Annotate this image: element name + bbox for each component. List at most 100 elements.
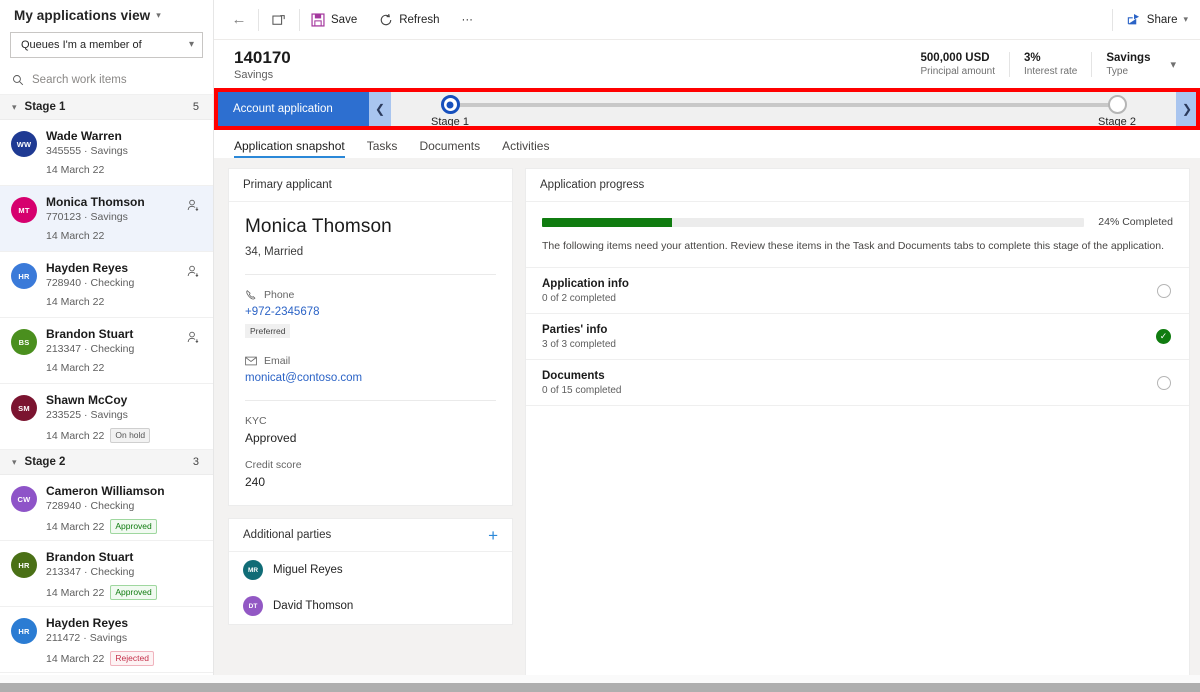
work-item-product: Checking xyxy=(90,277,135,289)
assign-user-icon[interactable] xyxy=(187,199,200,212)
metric-value: 3% xyxy=(1024,51,1041,64)
work-item-row[interactable]: CW Cameron Williamson 728940 · Checking 14 Ma… xyxy=(0,475,213,541)
work-item-row[interactable]: HR Hayden Reyes 728940 · Checking 14 March 22 xyxy=(0,252,213,318)
share-button[interactable]: Share ▾ xyxy=(1113,0,1200,40)
tab-tasks[interactable]: Tasks xyxy=(367,139,398,158)
group-header-stage-1[interactable]: ▾ Stage 1 5 xyxy=(0,95,213,120)
progress-checklist: Application info 0 of 2 completed Parties'… xyxy=(526,268,1189,406)
view-title-label: My applications view xyxy=(14,7,151,23)
separator-dot: · xyxy=(84,409,88,421)
group-header-stage-2[interactable]: ▾ Stage 2 3 xyxy=(0,450,213,475)
party-row[interactable]: MR Miguel Reyes xyxy=(229,552,512,588)
search-input[interactable]: Search work items xyxy=(32,74,127,86)
record-metrics: 500,000 USD Principal amount 3% Interest ra… xyxy=(907,51,1165,77)
stage-1-label: Stage 1 xyxy=(431,116,469,128)
work-item-row[interactable]: HR Brandon Stuart 213347 · Checking 14 March … xyxy=(0,541,213,607)
email-value[interactable]: monicat@contoso.com xyxy=(245,372,496,384)
chevron-down-icon[interactable]: ▾ xyxy=(1164,58,1186,71)
work-item-id: 213347 xyxy=(46,343,82,355)
work-item-subtitle: 233525 · Savings xyxy=(46,409,203,421)
work-item-name: Shawn McCoy xyxy=(46,393,128,407)
work-item-product: Savings xyxy=(90,145,128,157)
save-button[interactable]: Save xyxy=(300,0,368,40)
work-item-row[interactable]: WW Wade Warren 345555 · Savings 14 March 22 xyxy=(0,120,213,186)
preferred-badge: Preferred xyxy=(245,324,291,338)
chevron-right-icon[interactable]: ❯ xyxy=(1176,88,1198,130)
command-bar: ← Save Refresh ··· Share ▾ xyxy=(214,0,1200,40)
view-switcher[interactable]: My applications view ▾ xyxy=(0,0,213,30)
work-item-subtitle: 213347 · Checking xyxy=(46,566,203,578)
work-item-product: Savings xyxy=(89,632,128,644)
process-name-button[interactable]: Account application xyxy=(216,88,369,130)
work-item-row[interactable]: SM Shawn McCoy 233525 · Savings 14 March 22 On… xyxy=(0,384,213,450)
avatar: SM xyxy=(11,395,37,421)
assign-user-icon[interactable] xyxy=(187,265,200,278)
work-item-date: 14 March 22 xyxy=(46,429,105,442)
work-item-row[interactable]: BS Brandon Stuart 213347 · Checking 14 March … xyxy=(0,318,213,384)
work-item-product: Savings xyxy=(90,211,128,223)
share-label: Share xyxy=(1146,13,1178,26)
metric-value: 500,000 USD xyxy=(920,51,990,64)
group-name: Stage 1 xyxy=(24,101,66,113)
work-item-subtitle: 213347 · Checking xyxy=(46,343,203,355)
checklist-row[interactable]: Parties' info 3 of 3 completed ✓ xyxy=(526,314,1189,360)
checklist-subtitle: 0 of 2 completed xyxy=(542,292,616,304)
status-badge: On hold xyxy=(110,428,151,443)
work-item-product: Checking xyxy=(90,566,135,578)
process-stage-1[interactable]: Stage 1 xyxy=(395,95,505,128)
search-work-items[interactable]: Search work items xyxy=(0,65,213,95)
work-item-date: 14 March 22 xyxy=(46,296,105,308)
chevron-down-icon: ▾ xyxy=(1183,14,1188,24)
work-item-row[interactable]: MT Monica Thomson 770123 · Savings 14 March 2… xyxy=(0,186,213,252)
credit-score-label: Credit score xyxy=(245,459,302,471)
refresh-button[interactable]: Refresh xyxy=(368,0,450,40)
new-window-icon[interactable] xyxy=(259,0,299,40)
work-item-date: 14 March 22 xyxy=(46,652,105,665)
overflow-menu-button[interactable]: ··· xyxy=(451,0,485,40)
avatar: HR xyxy=(11,552,37,578)
avatar: HR xyxy=(11,618,37,644)
work-item-date: 14 March 22 xyxy=(46,520,105,533)
application-progress-card: Application progress 24% Completed The f… xyxy=(525,168,1190,692)
record-tabs: Application snapshot Tasks Documents Activi… xyxy=(214,130,1200,158)
phone-value[interactable]: +972-2345678 xyxy=(245,306,496,318)
work-item-id: 213347 xyxy=(46,566,82,578)
content-bottom-edge xyxy=(0,675,1200,683)
divider xyxy=(245,400,496,401)
refresh-icon xyxy=(379,13,393,27)
tab-activities[interactable]: Activities xyxy=(502,139,549,158)
checklist-title: Documents xyxy=(542,369,605,382)
work-item-id: 233525 xyxy=(46,409,82,421)
work-item-subtitle: 728940 · Checking xyxy=(46,277,203,289)
checklist-row[interactable]: Documents 0 of 15 completed xyxy=(526,360,1189,406)
work-item-name: Wade Warren xyxy=(46,129,122,143)
progress-summary: 24% Completed The following items need y… xyxy=(526,202,1189,268)
checklist-row[interactable]: Application info 0 of 2 completed xyxy=(526,268,1189,314)
tab-documents[interactable]: Documents xyxy=(419,139,480,158)
work-item-product: Checking xyxy=(90,500,135,512)
work-item-id: 728940 xyxy=(46,500,82,512)
party-row[interactable]: DT David Thomson xyxy=(229,588,512,624)
work-item-id: 728940 xyxy=(46,277,82,289)
work-item-date: 14 March 22 xyxy=(46,586,105,599)
record-header: 140170 Savings 500,000 USD Principal amou… xyxy=(214,40,1200,88)
queue-selector[interactable]: Queues I'm a member of ▾ xyxy=(10,32,203,58)
chevron-left-icon[interactable]: ❮ xyxy=(369,88,391,130)
back-arrow-icon[interactable]: ← xyxy=(220,11,258,28)
email-field-label: Email xyxy=(245,355,496,367)
horizontal-scrollbar[interactable] xyxy=(0,683,1200,692)
additional-parties-header: Additional parties + xyxy=(229,519,512,552)
mail-icon xyxy=(245,356,257,366)
work-item-id: 770123 xyxy=(46,211,82,223)
record-metric: Savings Type xyxy=(1092,52,1164,77)
plus-icon[interactable]: + xyxy=(488,527,498,544)
tab-application-snapshot[interactable]: Application snapshot xyxy=(234,139,345,158)
divider xyxy=(245,274,496,275)
queue-selector-value: Queues I'm a member of xyxy=(21,39,142,51)
work-item-row[interactable]: HR Hayden Reyes 211472 · Savings 14 March 22 R… xyxy=(0,607,213,673)
process-stage-2[interactable]: Stage 2 xyxy=(1062,95,1172,128)
work-item-product: Checking xyxy=(90,343,135,355)
work-item-date: 14 March 22 xyxy=(46,362,105,374)
work-item-name: Hayden Reyes xyxy=(46,616,129,630)
assign-user-icon[interactable] xyxy=(187,331,200,344)
